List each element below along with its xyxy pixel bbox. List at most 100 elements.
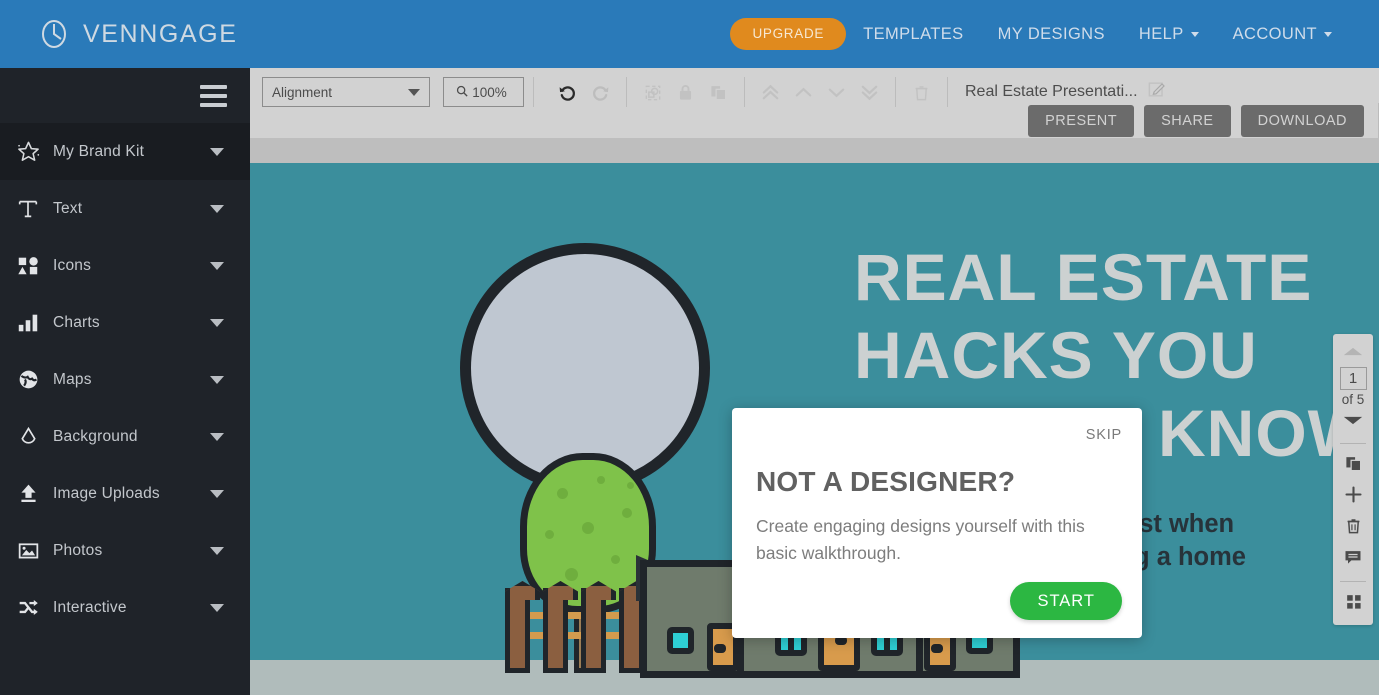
toolbar-icon-group [551,77,938,108]
chevron-down-icon [210,147,224,156]
modal-body-text: Create engaging designs yourself with th… [756,516,1085,563]
nav-my-designs[interactable]: MY DESIGNS [981,25,1122,44]
magnifier-icon [456,85,468,100]
zoom-level-label: 100% [472,84,507,100]
zoom-control[interactable]: 100% [443,77,524,107]
chevron-down-icon [210,318,224,327]
star-sparkle-icon [12,139,44,165]
lock-icon[interactable] [669,77,702,108]
sidebar-item-label: Photos [53,541,103,559]
group-icon[interactable] [636,77,669,108]
text-t-icon [12,196,44,222]
bring-forward-icon[interactable] [787,77,820,108]
sidebar-item-label: Text [53,199,83,217]
sidebar-item-interactive[interactable]: Interactive [0,579,250,636]
venngage-editor: VENNGAGE UPGRADE TEMPLATES MY DESIGNS HE… [0,0,1379,695]
nav-help-label: HELP [1138,24,1184,43]
edit-pencil-icon[interactable] [1147,80,1166,104]
window-left-small [667,627,694,654]
nav-templates-label: TEMPLATES [863,24,964,43]
bring-to-front-icon[interactable] [754,77,787,108]
sidebar-item-maps[interactable]: Maps [0,351,250,408]
sidebar-item-photos[interactable]: Photos [0,522,250,579]
toolbar-divider [744,77,745,107]
chevron-down-icon [210,261,224,270]
sidebar-item-label: Maps [53,370,92,388]
nav-account-label: ACCOUNT [1232,24,1317,43]
sidebar-item-image-uploads[interactable]: Image Uploads [0,465,250,522]
current-page-input[interactable]: 1 [1339,367,1367,390]
present-button[interactable]: PRESENT [1028,105,1135,137]
nav-templates[interactable]: TEMPLATES [846,25,980,44]
sidebar-item-my-brand-kit[interactable]: My Brand Kit [0,123,250,180]
sidebar-item-label: Interactive [53,598,127,616]
download-button[interactable]: DOWNLOAD [1240,105,1364,137]
nav-help[interactable]: HELP [1122,25,1216,44]
chevron-down-icon[interactable] [1342,411,1364,434]
duplicate-page-icon[interactable] [1336,448,1370,479]
shapes-icon [12,253,44,279]
duplicate-icon[interactable] [702,77,735,108]
picture-icon [12,538,44,564]
top-header-bar: VENNGAGE UPGRADE TEMPLATES MY DESIGNS HE… [0,0,1379,68]
delete-icon[interactable] [905,77,938,108]
sidebar-item-label: Background [53,427,138,445]
upload-icon [12,481,44,507]
chevron-up-icon[interactable] [1342,342,1364,365]
toolbar-divider [895,77,896,107]
redo-icon[interactable] [584,77,617,108]
nav-my-designs-label: MY DESIGNS [997,24,1105,43]
grid-view-icon[interactable] [1336,586,1370,617]
toolbar-divider [947,77,948,107]
chevron-down-icon [408,88,420,96]
chevron-down-icon [1324,31,1332,37]
toolbar-divider [626,77,627,107]
sidebar-item-label: Charts [53,313,100,331]
editor-toolbar: Alignment 100% Real Estate Presentati...… [250,68,1379,139]
hamburger-icon[interactable] [200,84,227,107]
delete-page-icon[interactable] [1336,510,1370,541]
alignment-dropdown[interactable]: Alignment [262,77,430,107]
droplet-icon [12,424,44,450]
venngage-clock-icon [38,18,70,50]
left-sidebar: My Brand Kit Text Icons Charts Maps Back… [0,68,250,695]
chevron-down-icon [210,489,224,498]
modal-title: NOT A DESIGNER? [756,466,1016,497]
alignment-dropdown-label: Alignment [272,84,333,100]
chevron-down-icon [210,432,224,441]
walkthrough-modal: SKIP NOT A DESIGNER? Create engaging des… [732,408,1142,638]
panel-divider [1340,581,1366,582]
top-nav: UPGRADE TEMPLATES MY DESIGNS HELP ACCOUN… [730,18,1379,50]
send-backward-icon[interactable] [820,77,853,108]
undo-icon[interactable] [551,77,584,108]
globe-icon [12,367,44,393]
toolbar-action-buttons: PRESENT SHARE DOWNLOAD [1018,103,1379,139]
sidebar-item-charts[interactable]: Charts [0,294,250,351]
canvas-top-strip [250,138,1379,163]
sidebar-item-label: Image Uploads [53,484,160,502]
bar-chart-icon [12,310,44,336]
sidebar-item-text[interactable]: Text [0,180,250,237]
brand-name: VENNGAGE [83,19,238,48]
send-to-back-icon[interactable] [853,77,886,108]
comment-icon[interactable] [1336,541,1370,572]
brand-area[interactable]: VENNGAGE [0,18,238,50]
chevron-down-icon [210,603,224,612]
sidebar-item-label: My Brand Kit [53,142,145,160]
sidebar-header [0,68,250,123]
nav-account[interactable]: ACCOUNT [1216,25,1349,44]
panel-divider [1340,443,1366,444]
sidebar-item-icons[interactable]: Icons [0,237,250,294]
sidebar-item-background[interactable]: Background [0,408,250,465]
upgrade-button[interactable]: UPGRADE [730,18,847,50]
share-button[interactable]: SHARE [1144,105,1231,137]
sidebar-item-label: Icons [53,256,92,274]
start-button[interactable]: START [1010,582,1122,620]
skip-link[interactable]: SKIP [1086,427,1122,443]
chevron-down-icon [210,375,224,384]
toolbar-divider [533,77,534,107]
total-pages-label: of 5 [1341,392,1365,407]
chevron-down-icon [210,204,224,213]
canvas-area[interactable]: REAL ESTATE HACKS YOU SHOULD KNOW To hel… [250,138,1379,695]
add-page-icon[interactable] [1336,479,1370,510]
